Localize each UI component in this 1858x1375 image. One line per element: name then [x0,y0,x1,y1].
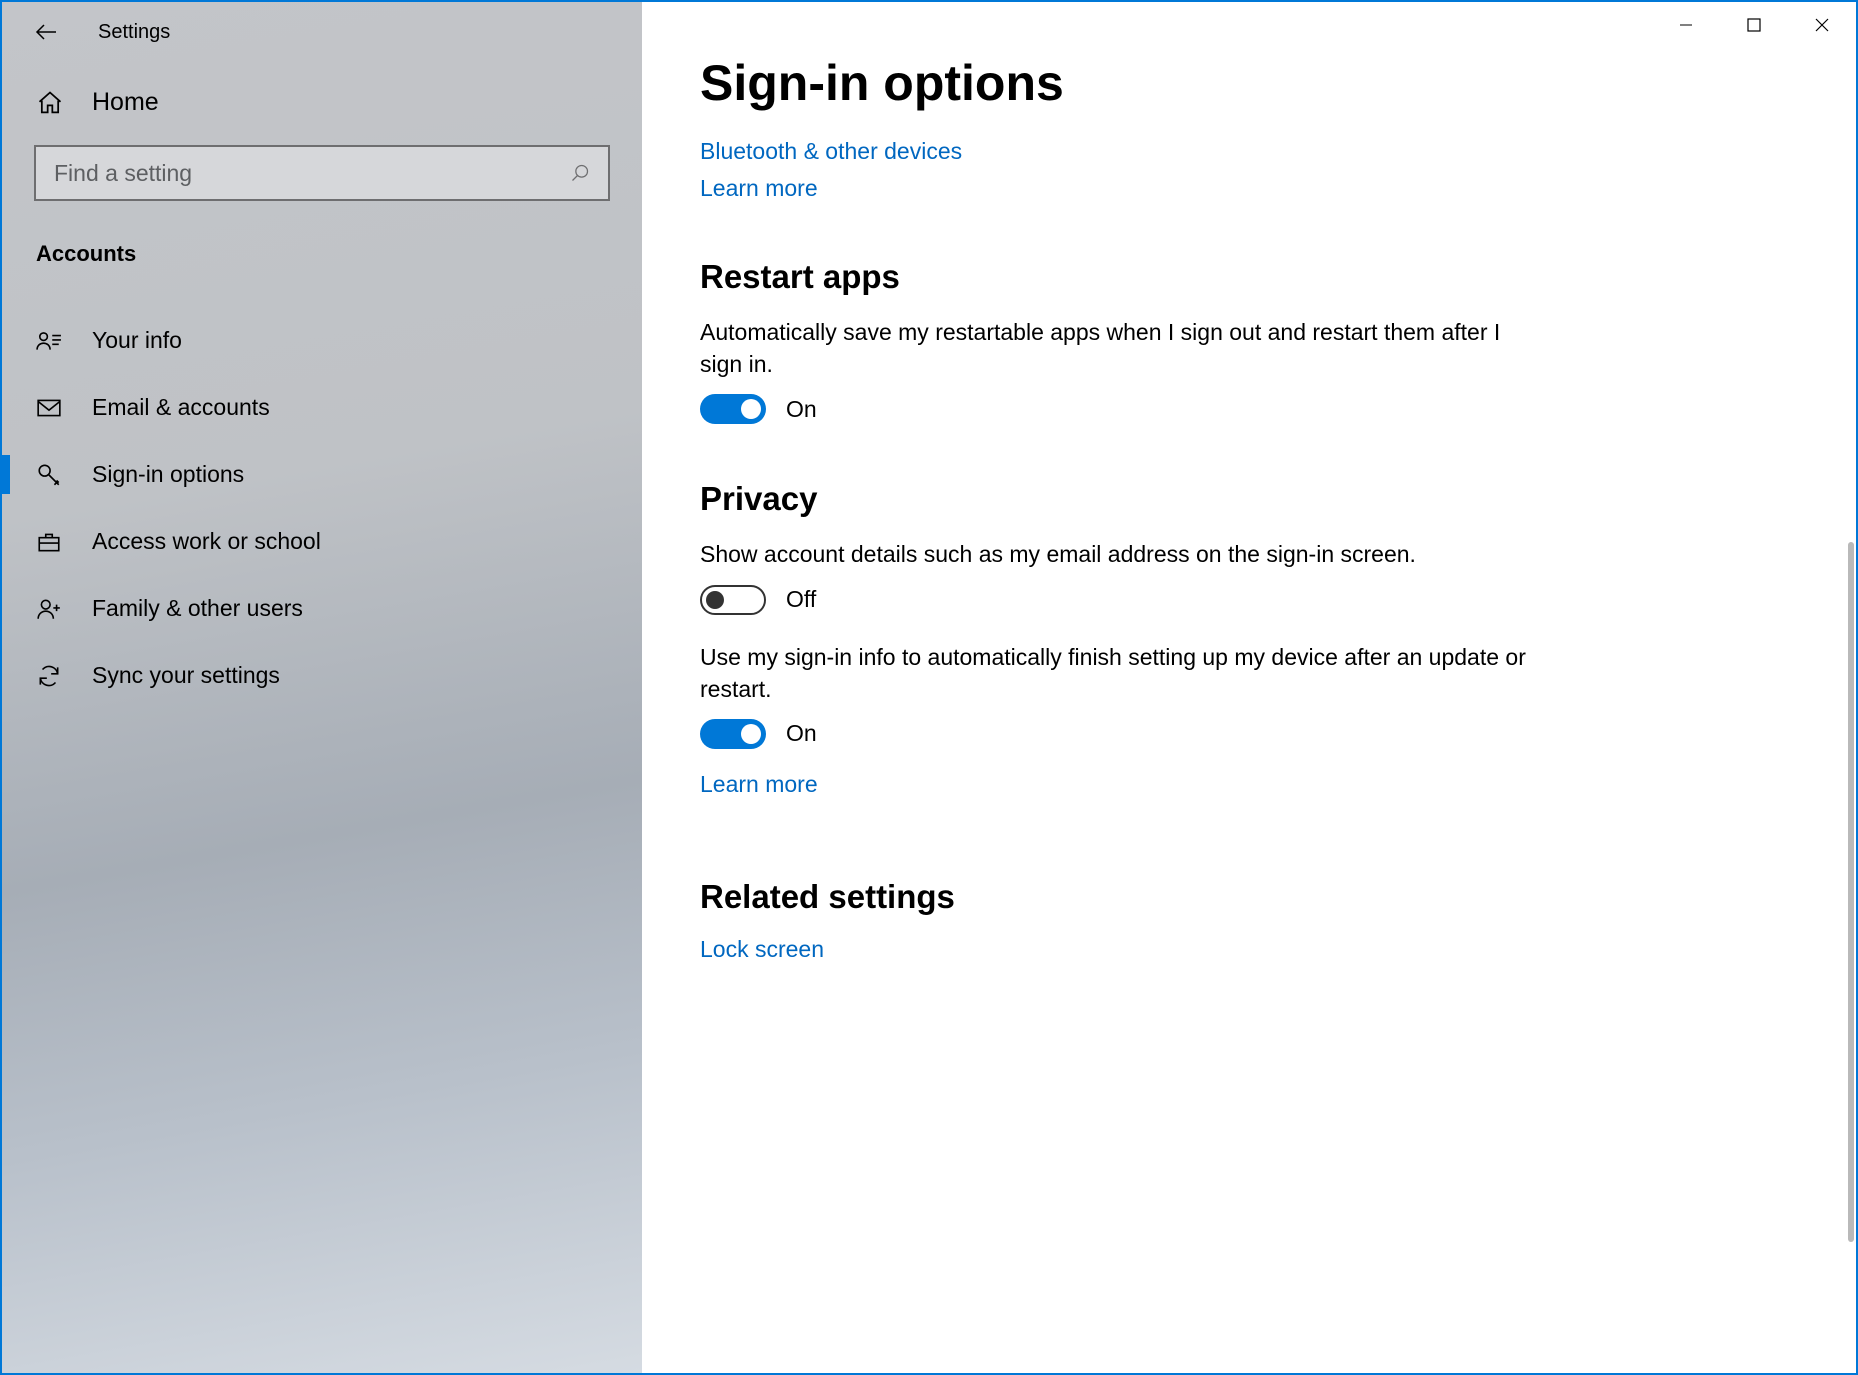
briefcase-icon [36,529,62,555]
app-title: Settings [98,21,170,44]
privacy-show-details-desc: Show account details such as my email ad… [700,538,1530,570]
sidebar: Settings Home Accounts [2,2,642,1373]
sidebar-item-label: Sign-in options [92,461,244,488]
restart-apps-toggle-label: On [786,396,817,423]
mail-icon [36,395,62,421]
sidebar-nav: Your info Email & accounts Sign-in optio… [2,307,642,709]
minimize-button[interactable] [1652,2,1720,48]
sidebar-item-sync[interactable]: Sync your settings [2,642,642,709]
sidebar-item-family[interactable]: Family & other users [2,575,642,642]
search-input[interactable] [34,145,610,201]
privacy-signin-info-desc: Use my sign-in info to automatically fin… [700,641,1530,705]
sidebar-item-email[interactable]: Email & accounts [2,374,642,441]
window-controls [1652,2,1856,48]
link-learn-more-top[interactable]: Learn more [700,175,1790,202]
home-label: Home [92,88,159,117]
restart-apps-desc: Automatically save my restartable apps w… [700,316,1530,380]
sidebar-item-work-school[interactable]: Access work or school [2,508,642,575]
link-lock-screen[interactable]: Lock screen [700,936,1790,963]
search-icon [570,163,590,183]
back-icon[interactable] [34,20,58,44]
privacy-show-details-label: Off [786,586,816,613]
user-list-icon [36,328,62,354]
key-icon [36,462,62,488]
restart-apps-toggle[interactable] [700,394,766,424]
privacy-signin-info-toggle[interactable] [700,719,766,749]
sidebar-item-signin[interactable]: Sign-in options [2,441,642,508]
sidebar-item-your-info[interactable]: Your info [2,307,642,374]
restart-apps-heading: Restart apps [700,258,1790,296]
sidebar-item-label: Sync your settings [92,662,280,689]
page-title: Sign-in options [700,54,1790,112]
close-button[interactable] [1788,2,1856,48]
sidebar-item-label: Email & accounts [92,394,270,421]
sidebar-item-label: Access work or school [92,528,321,555]
user-plus-icon [36,596,62,622]
privacy-heading: Privacy [700,480,1790,518]
scrollbar[interactable] [1848,542,1854,1242]
content-area: Sign-in options Bluetooth & other device… [642,2,1856,1373]
privacy-show-details-toggle[interactable] [700,585,766,615]
related-settings-heading: Related settings [700,878,1790,916]
sync-icon [36,663,62,689]
link-learn-more-privacy[interactable]: Learn more [700,771,1790,798]
sidebar-home[interactable]: Home [2,62,642,145]
sidebar-item-label: Your info [92,327,182,354]
privacy-signin-info-label: On [786,720,817,747]
sidebar-category: Accounts [2,219,642,277]
search-field[interactable] [54,160,570,187]
sidebar-item-label: Family & other users [92,595,303,622]
home-icon [36,89,64,117]
link-bluetooth-devices[interactable]: Bluetooth & other devices [700,138,1790,165]
maximize-button[interactable] [1720,2,1788,48]
